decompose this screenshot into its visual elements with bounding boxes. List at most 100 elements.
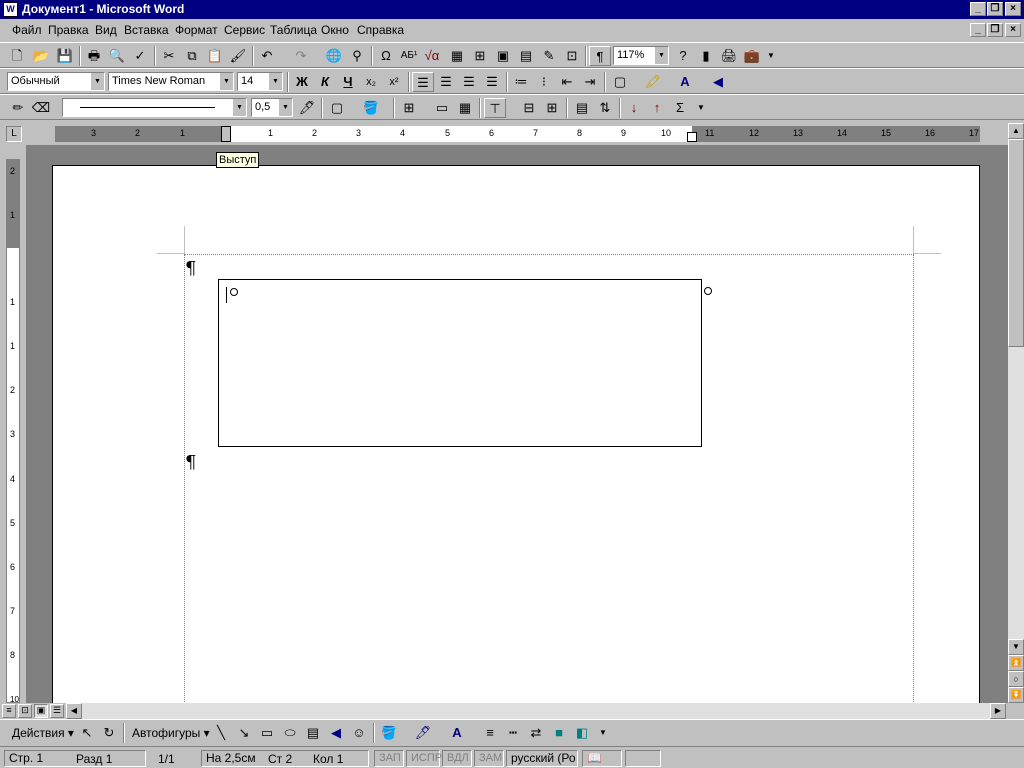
3d-icon[interactable]: ◧ xyxy=(571,723,593,743)
horizontal-scroll-track[interactable] xyxy=(82,703,990,719)
spelling-status-icon[interactable]: 📖 xyxy=(582,750,622,767)
change-case-icon[interactable]: АБ¹ xyxy=(398,46,420,66)
scroll-up-icon[interactable]: ▲ xyxy=(1008,123,1024,139)
line-color-icon[interactable]: 🖊 xyxy=(412,723,434,743)
spelling-icon[interactable]: ✓ xyxy=(129,46,151,66)
bold-icon[interactable]: Ж xyxy=(291,72,313,92)
outside-border-icon[interactable]: ▢ xyxy=(326,98,348,118)
menu-table[interactable]: Таблица xyxy=(270,23,317,37)
align-right-icon[interactable]: ☰ xyxy=(458,72,480,92)
merge-cells-icon[interactable]: ▭ xyxy=(431,98,453,118)
print-layout-view-icon[interactable]: ▣ xyxy=(34,704,48,718)
printer-icon[interactable]: 🖨 xyxy=(718,46,740,66)
copy-icon[interactable]: ⧉ xyxy=(181,46,203,66)
menu-tools[interactable]: Сервис xyxy=(224,23,265,37)
new-document-icon[interactable]: 🗋 xyxy=(6,46,28,66)
status-trk[interactable]: ИСПР xyxy=(406,750,442,767)
shadow-icon[interactable]: ■ xyxy=(548,723,570,743)
font-color-icon[interactable]: A xyxy=(674,72,696,92)
scroll-down-icon[interactable]: ▼ xyxy=(1008,639,1024,655)
arrow-icon[interactable]: ↘ xyxy=(233,723,255,743)
menu-window[interactable]: Окно xyxy=(321,23,349,37)
align-center-icon[interactable]: ☰ xyxy=(435,72,457,92)
open-folder-icon[interactable]: 📂 xyxy=(30,46,52,66)
web-layout-view-icon[interactable]: ⊡ xyxy=(18,704,32,718)
fill-color-icon[interactable]: 🪣 xyxy=(378,723,400,743)
more-buttons-icon[interactable]: ▼ xyxy=(690,98,712,118)
draw-table-pencil-icon[interactable]: ✏ xyxy=(7,98,29,118)
font-size-select[interactable]: 14 ▼ xyxy=(237,72,283,91)
restore-button[interactable]: ❐ xyxy=(987,2,1003,16)
eraser-icon[interactable]: ⌫ xyxy=(30,98,52,118)
autoshapes-menu[interactable]: Автофигуры ▾ xyxy=(132,726,210,740)
more-buttons-icon[interactable]: ▼ xyxy=(760,46,782,66)
print-icon[interactable]: 🖶 xyxy=(83,46,105,66)
redo-icon[interactable]: ↷ xyxy=(290,46,312,66)
hanging-indent-marker[interactable] xyxy=(221,126,231,142)
zoom-select[interactable]: 117% ▼ xyxy=(613,46,669,65)
word-app-icon[interactable]: W xyxy=(3,2,18,17)
line-icon[interactable]: ╲ xyxy=(210,723,232,743)
text-direction-icon[interactable]: ◀ xyxy=(707,72,729,92)
rectangle-icon[interactable]: ▭ xyxy=(256,723,278,743)
document-table[interactable] xyxy=(218,279,702,447)
line-style-select[interactable]: ▼ xyxy=(62,98,247,117)
sort-ascending-icon[interactable]: ↓ xyxy=(623,98,645,118)
text-box-icon[interactable]: ▤ xyxy=(302,723,324,743)
insert-excel-icon[interactable]: ▣ xyxy=(492,46,514,66)
vertical-scroll-thumb[interactable] xyxy=(1008,139,1024,347)
style-select[interactable]: Обычный ▼ xyxy=(7,72,105,91)
status-rec[interactable]: ЗАП xyxy=(374,750,404,767)
select-browse-object-icon[interactable]: ○ xyxy=(1008,671,1024,687)
equation-icon[interactable]: √α xyxy=(421,46,443,66)
scroll-right-icon[interactable]: ▶ xyxy=(990,703,1006,719)
scroll-left-icon[interactable]: ◀ xyxy=(66,703,82,719)
line-weight-select[interactable]: 0,5 ▼ xyxy=(251,98,293,117)
status-language[interactable]: русский (Ро xyxy=(506,750,578,767)
document-map-icon[interactable]: ⊡ xyxy=(561,46,583,66)
status-ovr[interactable]: ЗАМ xyxy=(474,750,504,767)
numbered-list-icon[interactable]: ≔ xyxy=(510,72,532,92)
highlight-icon[interactable]: 🖍 xyxy=(642,72,664,92)
vertical-scrollbar[interactable]: ▲ ▼ ⏫ ○ ⏬ xyxy=(1008,123,1024,703)
show-formatting-icon[interactable]: ¶ xyxy=(589,46,611,66)
hyperlink-icon[interactable]: 🌐 xyxy=(323,46,345,66)
close-button[interactable]: × xyxy=(1005,2,1021,16)
increase-indent-icon[interactable]: ⇥ xyxy=(579,72,601,92)
insert-table-2-icon[interactable]: ⊞ xyxy=(398,98,420,118)
italic-icon[interactable]: К xyxy=(314,72,336,92)
clip-art-icon[interactable]: ☺ xyxy=(348,723,370,743)
previous-page-icon[interactable]: ⏫ xyxy=(1008,655,1024,671)
justify-icon[interactable]: ☰ xyxy=(481,72,503,92)
distribute-columns-icon[interactable]: ⊞ xyxy=(541,98,563,118)
free-rotate-icon[interactable]: ↻ xyxy=(98,723,120,743)
menu-help[interactable]: Справка xyxy=(357,23,404,37)
borders-icon[interactable]: ▢ xyxy=(609,72,631,92)
chart-icon[interactable]: ▮ xyxy=(695,46,717,66)
undo-icon[interactable]: ↶ xyxy=(256,46,278,66)
menu-insert[interactable]: Вставка xyxy=(124,23,169,37)
sort-descending-icon[interactable]: ↑ xyxy=(646,98,668,118)
superscript-icon[interactable]: x² xyxy=(383,72,405,92)
doc-minimize-button[interactable]: _ xyxy=(970,23,986,37)
paste-icon[interactable]: 📋 xyxy=(204,46,226,66)
change-text-direction-icon[interactable]: ⇅ xyxy=(594,98,616,118)
normal-view-icon[interactable]: ≡ xyxy=(2,704,16,718)
menu-file[interactable]: Файл xyxy=(12,23,42,37)
arrow-style-icon[interactable]: ⇄ xyxy=(525,723,547,743)
bulleted-list-icon[interactable]: ⁝ xyxy=(533,72,555,92)
tab-selector-icon[interactable]: L xyxy=(6,126,22,142)
distribute-rows-icon[interactable]: ⊟ xyxy=(518,98,540,118)
actions-menu[interactable]: Действия ▾ xyxy=(12,726,74,740)
cut-icon[interactable]: ✂ xyxy=(158,46,180,66)
menu-view[interactable]: Вид xyxy=(95,23,117,37)
menu-format[interactable]: Формат xyxy=(175,23,218,37)
document-page[interactable]: ¶ ¶ xyxy=(52,165,980,703)
columns-icon[interactable]: ▤ xyxy=(515,46,537,66)
minimize-button[interactable]: _ xyxy=(970,2,986,16)
select-objects-icon[interactable]: ↖ xyxy=(76,723,98,743)
align-left-icon[interactable]: ☰ xyxy=(412,72,434,92)
shading-color-icon[interactable]: 🪣 xyxy=(360,98,382,118)
format-painter-icon[interactable]: 🖌 xyxy=(227,46,249,66)
insert-table-icon[interactable]: ⊞ xyxy=(469,46,491,66)
